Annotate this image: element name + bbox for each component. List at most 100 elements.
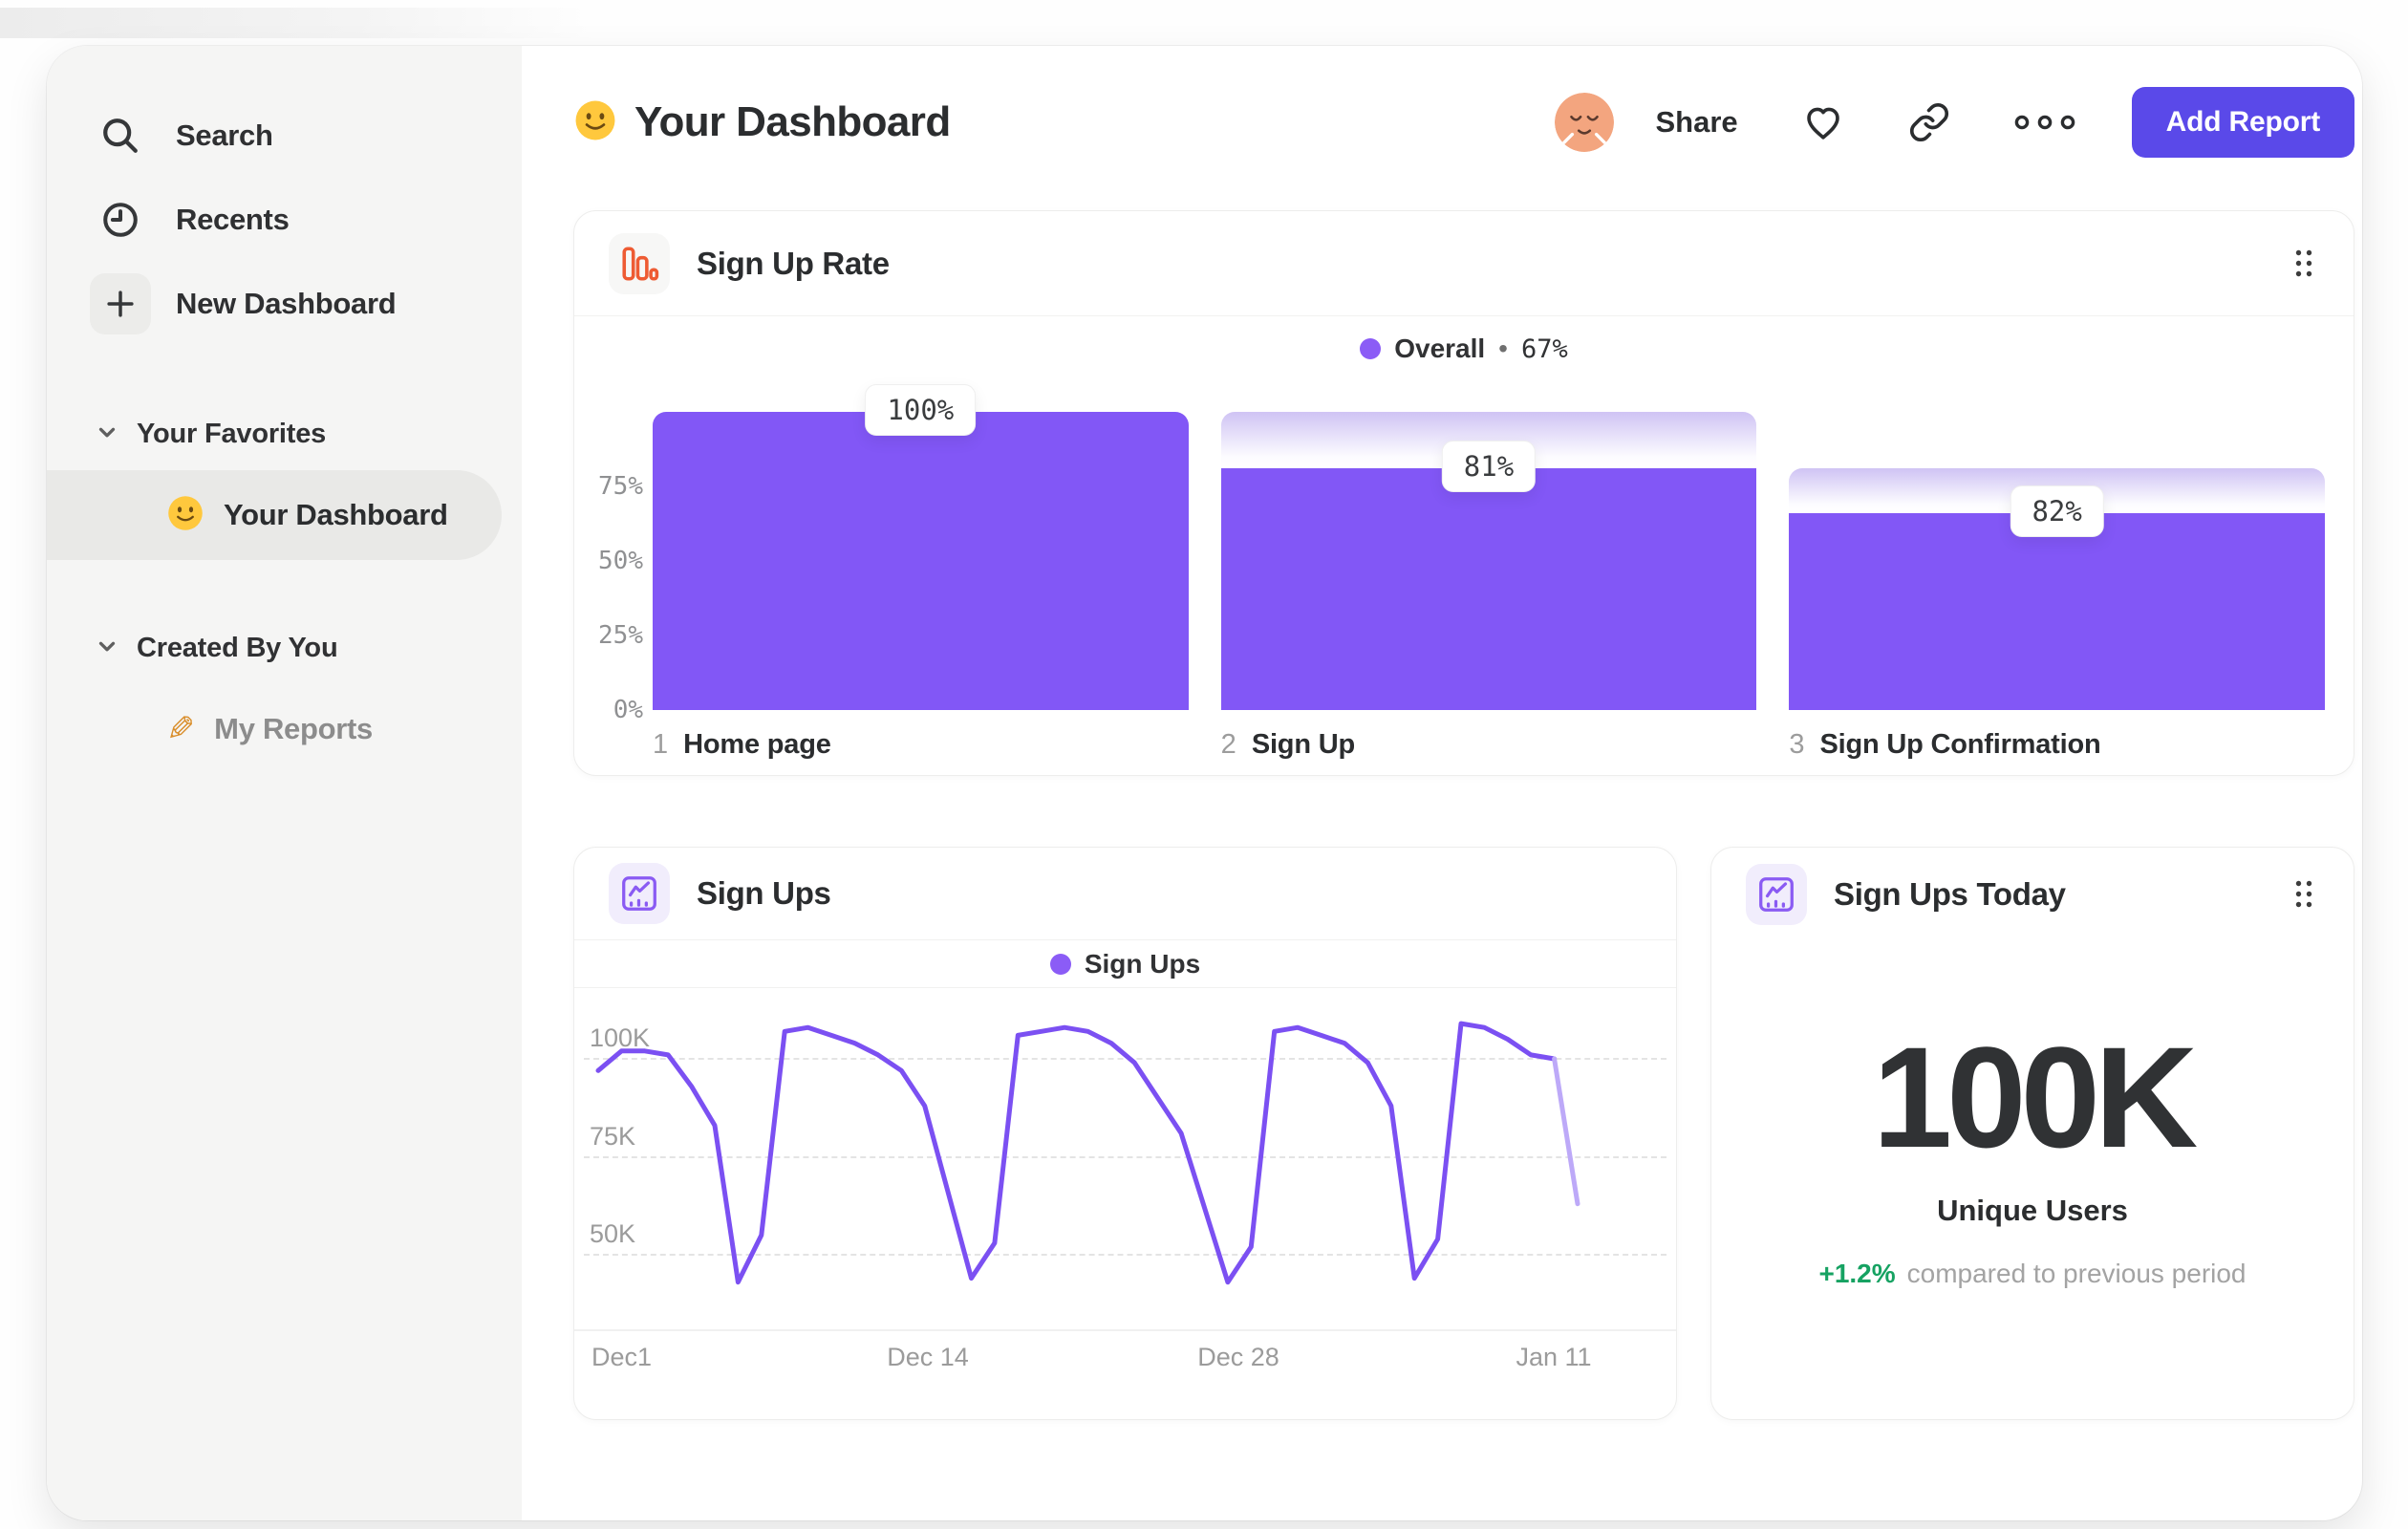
funnel-value-tooltip: 82% — [2010, 485, 2104, 538]
stat-delta: +1.2% — [1818, 1259, 1896, 1288]
line-chart-icon — [609, 863, 670, 924]
legend-separator: • — [1498, 334, 1508, 363]
section-label: Created By You — [137, 632, 338, 663]
add-report-button[interactable]: Add Report — [2131, 87, 2354, 158]
funnel-card: Sign Up Rate Overall • 67% 75% 50% 25% 0% 1… — [573, 210, 2354, 776]
card-title: Sign Ups Today — [1834, 875, 2066, 912]
funnel-y-axis: 75% 50% 25% 0% — [588, 412, 643, 724]
page-title-text: Your Dashboard — [634, 98, 951, 145]
funnel-bars: 100% 81% 82% — [653, 384, 2326, 710]
sidebar-item-label: Recents — [176, 203, 290, 236]
card-title: Sign Up Rate — [697, 245, 890, 281]
clock-icon — [90, 189, 151, 250]
funnel-chart-icon — [609, 232, 670, 294]
created-section: Created By You ✎ My Reports — [47, 619, 522, 774]
line-chart-icon — [1746, 863, 1807, 925]
search-icon — [90, 105, 151, 166]
section-your-favorites[interactable]: Your Favorites — [47, 405, 522, 463]
gridline — [584, 1155, 1666, 1158]
legend-dot — [1049, 953, 1071, 975]
sidebar-item-my-reports[interactable]: ✎ My Reports — [47, 684, 502, 774]
line-y-tick: 50K — [590, 1219, 636, 1248]
line-chart-card: Sign Ups Sign Ups 100K 75K 50K Dec1 Dec 14 De… — [573, 847, 1677, 1420]
plus-icon — [90, 273, 151, 334]
sidebar-item-label: My Reports — [214, 712, 373, 745]
screen: Search Recents New Dashboard Your Favori… — [0, 0, 2408, 1529]
app-window: Search Recents New Dashboard Your Favori… — [47, 46, 2362, 1520]
sidebar-item-label: Your Dashboard — [224, 498, 448, 531]
gridline — [584, 1254, 1666, 1256]
funnel-value-tooltip: 100% — [865, 384, 977, 436]
share-button[interactable]: Share — [1656, 105, 1738, 140]
drag-handle-icon[interactable] — [2289, 243, 2319, 284]
funnel-bar-fill — [1220, 468, 1757, 710]
funnel-card-header: Sign Up Rate — [574, 211, 2354, 316]
pencil-icon: ✎ — [166, 709, 196, 748]
section-label: Your Favorites — [137, 418, 327, 449]
funnel-y-tick: 50% — [598, 547, 643, 575]
stat-card-header: Sign Ups Today — [1711, 848, 2354, 940]
sidebar: Search Recents New Dashboard Your Favori… — [47, 46, 522, 1520]
background-artifact — [0, 8, 592, 38]
stat-caption: compared to previous period — [1906, 1259, 2247, 1288]
cards-row: Sign Ups Sign Ups 100K 75K 50K Dec1 Dec 14 De… — [573, 847, 2354, 1420]
funnel-step-label: 3 Sign Up Confirmation — [1789, 729, 2325, 761]
funnel-value-tooltip: 81% — [1441, 441, 1537, 493]
sidebar-item-your-dashboard[interactable]: Your Dashboard — [47, 470, 502, 560]
funnel-bar-fill — [653, 412, 1189, 710]
funnel-y-tick: 0% — [613, 696, 643, 724]
x-axis-line — [574, 1329, 1676, 1331]
chevron-down-icon — [95, 634, 119, 663]
legend-label: Overall — [1394, 334, 1486, 363]
funnel-bar: 81% — [1220, 412, 1757, 710]
funnel-bar: 100% — [653, 384, 1189, 710]
avatar[interactable] — [1554, 93, 1614, 152]
card-title: Sign Ups — [697, 875, 831, 911]
topbar: Your Dashboard Share Add Report — [573, 46, 2354, 199]
line-x-tick: Dec1 — [591, 1343, 653, 1371]
line-x-tick: Dec 14 — [887, 1343, 969, 1371]
line-y-tick: 75K — [590, 1121, 636, 1151]
funnel-step-index: 1 — [653, 729, 669, 760]
main-content: Your Dashboard Share Add Report Sign Up … — [522, 46, 2362, 1520]
funnel-bar: 82% — [1789, 412, 2326, 710]
line-x-tick: Dec 28 — [1197, 1343, 1279, 1371]
line-legend: Sign Ups — [574, 940, 1676, 988]
stat-card: Sign Ups Today 100K Unique Users +1.2% co… — [1710, 847, 2354, 1420]
line-y-tick: 100K — [590, 1023, 651, 1052]
sidebar-item-new-dashboard[interactable]: New Dashboard — [47, 262, 522, 346]
smiley-emoji-icon — [166, 494, 204, 537]
funnel-step-labels: 1 Home page 2 Sign Up 3 Sign Up Confirmation — [653, 729, 2325, 761]
funnel-legend: Overall • 67% — [574, 334, 2354, 364]
funnel-step-label: 2 Sign Up — [1221, 729, 1757, 761]
funnel-step-label: 1 Home page — [653, 729, 1189, 761]
chevron-down-icon — [95, 420, 119, 449]
sidebar-item-search[interactable]: Search — [47, 94, 522, 178]
funnel-step-name: Home page — [683, 729, 831, 760]
legend-value: 67% — [1520, 334, 1568, 364]
line-card-header: Sign Ups — [574, 848, 1676, 940]
funnel-bar-fill — [1789, 513, 2326, 710]
legend-label: Sign Ups — [1084, 948, 1201, 979]
funnel-y-tick: 25% — [598, 621, 643, 650]
heart-icon[interactable] — [1801, 100, 1845, 144]
page-title: Your Dashboard — [573, 98, 951, 147]
sidebar-item-recents[interactable]: Recents — [47, 178, 522, 262]
favorites-section: Your Favorites Your Dashboard — [47, 405, 522, 560]
funnel-step-name: Sign Up — [1251, 729, 1355, 760]
more-options-icon[interactable] — [2013, 112, 2076, 133]
sidebar-item-label: Search — [176, 118, 273, 152]
legend-dot — [1360, 338, 1382, 359]
topbar-actions: Share Add Report — [1554, 87, 2354, 158]
sidebar-item-label: New Dashboard — [176, 287, 397, 320]
stat-value: 100K — [1872, 1017, 2199, 1177]
funnel-step-index: 2 — [1220, 729, 1236, 760]
gridline — [584, 1058, 1666, 1060]
stat-label: Unique Users — [1937, 1194, 2128, 1227]
funnel-y-tick: 75% — [598, 472, 643, 501]
smiley-emoji-icon — [573, 98, 617, 147]
link-icon[interactable] — [1908, 101, 1950, 143]
section-created-by-you[interactable]: Created By You — [47, 619, 522, 677]
funnel-step-index: 3 — [1789, 729, 1805, 760]
drag-handle-icon[interactable] — [2289, 873, 2319, 915]
